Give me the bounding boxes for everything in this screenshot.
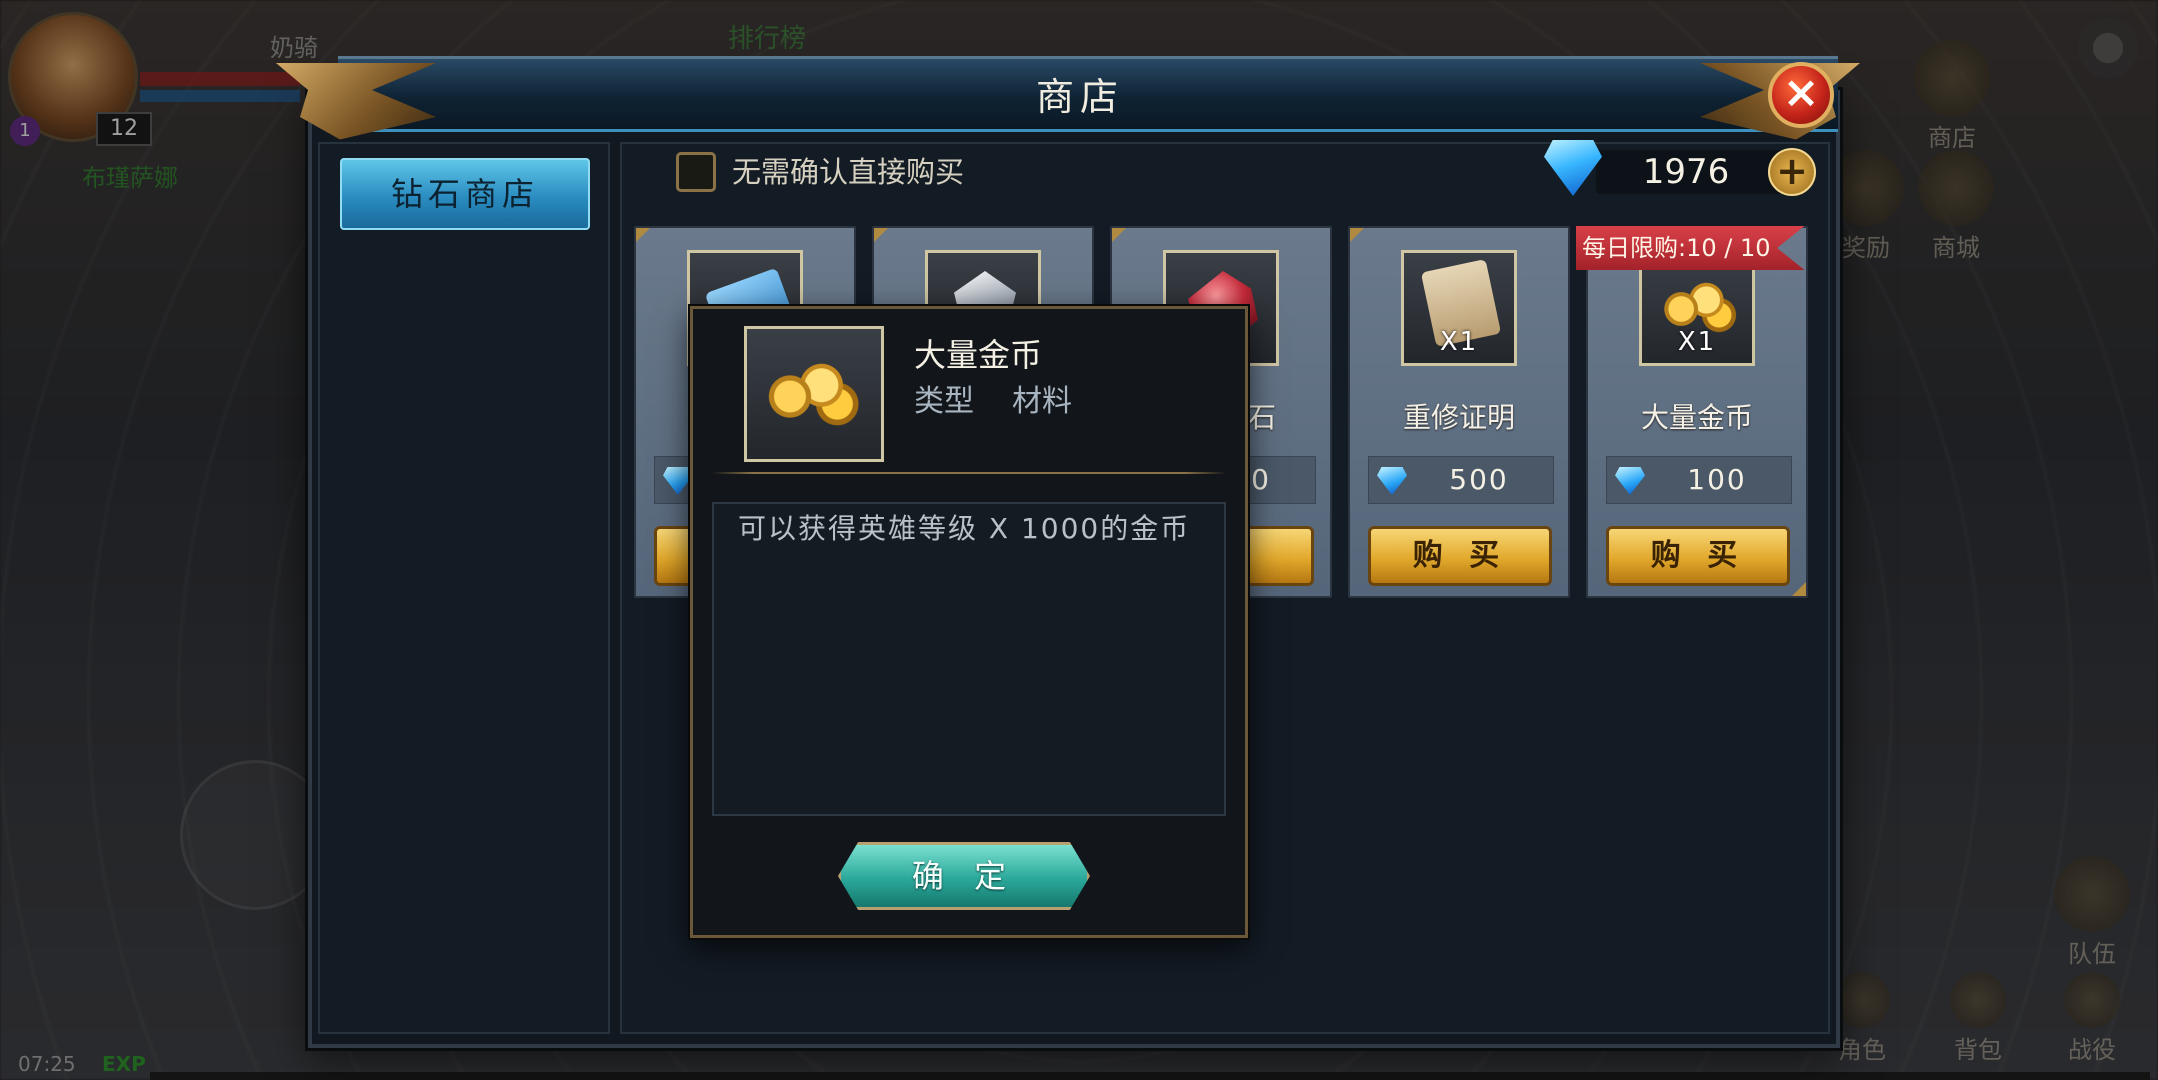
popup-confirm-button[interactable]: 确 定 [838, 842, 1090, 910]
popup-description: 可以获得英雄等级 X 1000的金币 [738, 512, 1191, 545]
diamond-icon [1377, 467, 1407, 495]
diamond-icon [1615, 467, 1645, 495]
tab-diamond-shop[interactable]: 钻石商店 [340, 158, 590, 230]
popup-description-box [712, 502, 1226, 816]
item-price: 100 [1687, 463, 1747, 496]
direct-purchase-label[interactable]: 无需确认直接购买 [732, 152, 964, 192]
item-quantity: X1 [1677, 327, 1717, 357]
popup-item-name: 大量金币 [914, 336, 1043, 374]
item-name: 重修证明 [1402, 401, 1515, 434]
direct-purchase-checkbox[interactable] [676, 152, 716, 192]
item-slot[interactable]: X1 [1401, 250, 1517, 366]
item-price-box: 500 [1368, 456, 1554, 504]
plus-icon: + [1776, 149, 1808, 193]
card-corner [636, 228, 650, 242]
coins-icon [758, 351, 864, 427]
shop-item-card: X1 大量金币 100 购 买 [1586, 226, 1808, 598]
item-quantity: X1 [1439, 327, 1479, 357]
card-corner [1350, 228, 1364, 242]
card-corner [1112, 228, 1126, 242]
close-button[interactable]: × [1768, 62, 1834, 128]
diamond-balance: 1976 [1642, 152, 1730, 192]
card-corner [1792, 582, 1806, 596]
item-price: 500 [1449, 463, 1509, 496]
item-name: 大量金币 [1640, 401, 1753, 434]
popup-type-label: 类型 [914, 384, 974, 419]
card-corner [874, 228, 888, 242]
add-diamond-button[interactable]: + [1768, 148, 1816, 196]
daily-limit-ribbon: 每日限购:10 / 10 [1576, 226, 1805, 270]
diamond-icon [663, 467, 693, 495]
item-price-box: 100 [1606, 456, 1792, 504]
shop-item-card: X1 重修证明 500 购 买 [1348, 226, 1570, 598]
popup-item-slot [744, 326, 884, 462]
buy-button[interactable]: 购 买 [1606, 526, 1790, 586]
shop-title: 商店 [1035, 75, 1124, 119]
coins-icon [1656, 273, 1740, 333]
close-icon: × [1782, 67, 1820, 118]
shop-tab-panel [318, 142, 610, 1034]
popup-divider [712, 472, 1226, 474]
buy-button[interactable]: 购 买 [1368, 526, 1552, 586]
popup-type-value: 材料 [1012, 384, 1072, 419]
